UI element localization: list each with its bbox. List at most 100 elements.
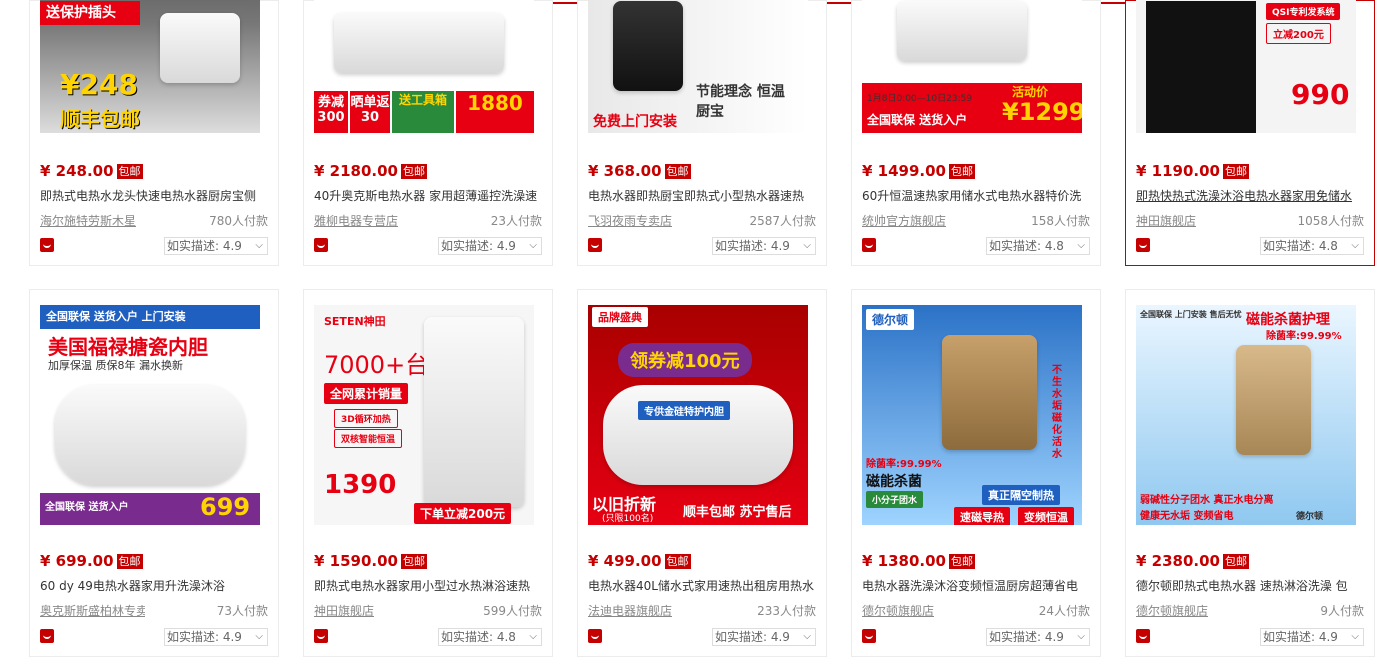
tmall-icon[interactable] — [40, 238, 54, 252]
shop-link[interactable]: 法迪电器旗舰店 — [588, 602, 672, 619]
image-rate: 除菌率:99.99% — [866, 459, 942, 470]
shop-link[interactable]: 奥克斯斯盛柏林专卖店 — [40, 602, 145, 619]
rating-dropdown[interactable]: 如实描述: 4.9 ⌵ — [712, 237, 816, 255]
product-image[interactable]: 德尔顿 不生水垢 磁化活水 除菌率:99.99% 磁能杀菌 小分子团水 真正隔空… — [862, 305, 1082, 525]
tmall-icon[interactable] — [862, 238, 876, 252]
product-card[interactable]: 全国联保 送货入户 上门安装 美国福禄搪瓷内胆 加厚保温 质保8年 漏水换新 全… — [29, 289, 279, 657]
product-title[interactable]: 60 dy 49电热水器家用升洗澡沐浴 — [40, 577, 268, 594]
rating-dropdown[interactable]: 如实描述: 4.8 ⌵ — [986, 237, 1090, 255]
tmall-icon[interactable] — [314, 238, 328, 252]
image-date: 1月8日0:00—10日23:59 — [867, 94, 973, 104]
image-line2: 健康无水垢 变频省电 — [1140, 511, 1234, 522]
tmall-icon[interactable] — [314, 629, 328, 643]
product-image[interactable]: 全国联保 送货入户 上门安装 美国福禄搪瓷内胆 加厚保温 质保8年 漏水换新 全… — [40, 305, 260, 525]
tank-heater — [55, 385, 245, 485]
rating-dropdown[interactable]: 如实描述: 4.8 ⌵ — [438, 628, 542, 646]
free-shipping-badge: 包邮 — [400, 553, 427, 569]
image-tag: 真正隔空制热 — [982, 485, 1060, 505]
image-side: 不生水垢 磁化活水 — [1052, 365, 1062, 460]
product-card[interactable]: 品牌盛典 领券减100元 专供金硅特护内胆 以旧折新 (只限100名) 顺丰包邮… — [577, 289, 827, 657]
product-card[interactable]: SETEN神田 7000+台 全网累计销量 3D循环加热 双核智能恒温 1390… — [303, 289, 553, 657]
product-image[interactable]: 品牌盛典 领券减100元 专供金硅特护内胆 以旧折新 (只限100名) 顺丰包邮… — [588, 305, 808, 525]
image-service: 顺丰包邮 苏宁售后 — [683, 505, 792, 520]
product-title[interactable]: 60升恒温速热家用储水式电热水器特价洗 — [862, 187, 1090, 204]
price: ¥ 368.00 — [588, 162, 662, 180]
price: ¥ 1380.00 — [862, 552, 946, 570]
sales-count: 233人付款 — [757, 604, 816, 618]
image-tradein-note: (只限100名) — [602, 514, 654, 524]
shop-link[interactable]: 德尔顿旗舰店 — [1136, 602, 1208, 619]
free-shipping-badge: 包邮 — [1222, 553, 1249, 569]
image-headline: 美国福禄搪瓷内胆 — [48, 335, 208, 359]
product-title[interactable]: 电热水器洗澡沐浴变频恒温厨房超薄省电 — [862, 577, 1090, 594]
image-price: 990 — [1291, 78, 1350, 111]
product-title[interactable]: 电热水器40L储水式家用速热出租房用热水 — [588, 577, 816, 594]
product-image[interactable]: 1月8日0:00—10日23:59 活动价 全国联保 送货入户 ¥1299 — [862, 0, 1082, 133]
rating-dropdown[interactable]: 如实描述: 4.9 ⌵ — [164, 237, 268, 255]
image-sub: 小分子团水 — [866, 491, 924, 508]
product-card[interactable]: 券减300 晒单返30 送工具箱 1880 ¥ 2180.00 包邮 40升奥克斯… — [303, 0, 553, 266]
product-image[interactable]: QSI专利发系统 立减200元 990 — [1136, 0, 1356, 133]
tmall-icon[interactable] — [1136, 238, 1150, 252]
product-title[interactable]: 电热水器即热厨宝即热式小型热水器速热 — [588, 187, 816, 204]
price: ¥ 1190.00 — [1136, 162, 1220, 180]
faucet-heater — [160, 13, 240, 83]
image-deal1: 券减300 — [314, 91, 348, 133]
free-shipping-badge: 包邮 — [116, 553, 143, 569]
product-title[interactable]: 德尔顿即热式电热水器 速热淋浴洗澡 包 — [1136, 577, 1364, 594]
free-shipping-badge: 包邮 — [664, 553, 691, 569]
tmall-icon[interactable] — [862, 629, 876, 643]
free-shipping-badge: 包邮 — [948, 163, 975, 179]
rating-label: 如实描述: 4.8 — [1263, 239, 1338, 253]
rating-dropdown[interactable]: 如实描述: 4.9 ⌵ — [438, 237, 542, 255]
shop-link[interactable]: 海尔施特劳斯木星 — [40, 212, 136, 229]
chevron-down-icon: ⌵ — [255, 631, 263, 642]
image-sold: 7000+台 — [324, 351, 430, 379]
product-image[interactable]: 券减300 晒单返30 送工具箱 1880 — [314, 0, 534, 133]
shop-link[interactable]: 雅柳电器专营店 — [314, 212, 398, 229]
rating-label: 如实描述: 4.9 — [167, 630, 242, 644]
instant-heater — [942, 335, 1037, 450]
product-card[interactable]: 德尔顿 不生水垢 磁化活水 除菌率:99.99% 磁能杀菌 小分子团水 真正隔空… — [851, 289, 1101, 657]
shop-link[interactable]: 飞羽夜雨专卖店 — [588, 212, 672, 229]
image-bottom1: 速磁导热 — [954, 507, 1010, 525]
shop-link[interactable]: 统帅官方旗舰店 — [862, 212, 946, 229]
rating-dropdown[interactable]: 如实描述: 4.8 ⌵ — [1260, 237, 1364, 255]
image-install: 免费上门安装 — [593, 114, 677, 130]
product-card[interactable]: QSI专利发系统 立减200元 990 ¥ 1190.00 包邮 即热快热式洗澡沐… — [1125, 0, 1375, 266]
product-title[interactable]: 即热式电热水龙头快速电热水器厨房宝侧 — [40, 187, 268, 204]
product-title[interactable]: 即热快热式洗澡沐浴电热水器家用免储水 — [1136, 187, 1364, 204]
rating-dropdown[interactable]: 如实描述: 4.9 ⌵ — [712, 628, 816, 646]
rating-dropdown[interactable]: 如实描述: 4.9 ⌵ — [164, 628, 268, 646]
chevron-down-icon: ⌵ — [1077, 240, 1085, 251]
chevron-down-icon: ⌵ — [1351, 240, 1359, 251]
image-badge: 全国联保 送货入户 — [45, 502, 129, 513]
shop-link[interactable]: 神田旗舰店 — [1136, 212, 1196, 229]
product-image[interactable]: 送保护插头 ¥248 顺丰包邮 — [40, 0, 260, 133]
shop-link[interactable]: 神田旗舰店 — [314, 602, 374, 619]
chevron-down-icon: ⌵ — [803, 631, 811, 642]
product-card[interactable]: 送保护插头 ¥248 顺丰包邮 ¥ 248.00 包邮 即热式电热水龙头快速电热水… — [29, 0, 279, 266]
image-promo: 顺丰包邮 — [60, 107, 140, 131]
product-card[interactable]: 节能理念 恒温厨宝 免费上门安装 ¥ 368.00 包邮 电热水器即热厨宝即热式小… — [577, 0, 827, 266]
tmall-icon[interactable] — [1136, 629, 1150, 643]
tmall-icon[interactable] — [588, 629, 602, 643]
product-card[interactable]: 全国联保 上门安装 售后无忧 磁能杀菌护理 除菌率:99.99% 弱碱性分子团水… — [1125, 289, 1375, 657]
image-brand: 德尔顿 — [866, 309, 915, 330]
product-image[interactable]: SETEN神田 7000+台 全网累计销量 3D循环加热 双核智能恒温 1390… — [314, 305, 534, 525]
rating-dropdown[interactable]: 如实描述: 4.9 ⌵ — [986, 628, 1090, 646]
product-image[interactable]: 全国联保 上门安装 售后无忧 磁能杀菌护理 除菌率:99.99% 弱碱性分子团水… — [1136, 305, 1356, 525]
image-feature1: 3D循环加热 — [334, 409, 398, 428]
image-service: 全国联保 送货入户 上门安装 — [40, 305, 260, 329]
image-headline: 磁能杀菌护理 — [1246, 312, 1330, 328]
product-image[interactable]: 节能理念 恒温厨宝 免费上门安装 — [588, 0, 808, 133]
shop-link[interactable]: 德尔顿旗舰店 — [862, 602, 934, 619]
rating-dropdown[interactable]: 如实描述: 4.9 ⌵ — [1260, 628, 1364, 646]
product-title[interactable]: 40升奥克斯电热水器 家用超薄遥控洗澡速 — [314, 187, 542, 204]
tmall-icon[interactable] — [40, 629, 54, 643]
tmall-icon[interactable] — [588, 238, 602, 252]
product-card[interactable]: 1月8日0:00—10日23:59 活动价 全国联保 送货入户 ¥1299 ¥ … — [851, 0, 1101, 266]
price: ¥ 2380.00 — [1136, 552, 1220, 570]
free-shipping-badge: 包邮 — [664, 163, 691, 179]
product-title[interactable]: 即热式电热水器家用小型过水热淋浴速热 — [314, 577, 542, 594]
